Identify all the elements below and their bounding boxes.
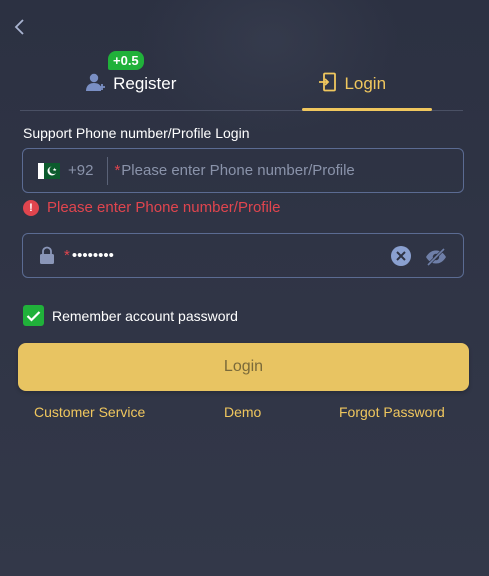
register-bonus-badge: +0.5	[108, 51, 144, 70]
phone-field[interactable]: +92 * Please enter Phone number/Profile	[22, 148, 464, 193]
phone-required-mark: *	[114, 162, 121, 179]
login-method-label: Support Phone number/Profile Login	[23, 125, 250, 141]
remember-label: Remember account password	[52, 307, 238, 324]
remember-password-option[interactable]: Remember account password	[23, 305, 238, 326]
auth-tabs: +0.5 Register Login	[20, 51, 464, 111]
field-divider	[107, 156, 109, 185]
password-required-mark: *	[64, 247, 70, 264]
tab-login[interactable]: Login	[242, 58, 464, 111]
country-code[interactable]: +92	[68, 162, 93, 179]
exclamation-circle-icon: !	[23, 199, 39, 216]
password-field[interactable]: * ••••••••	[22, 233, 464, 278]
door-enter-icon	[318, 72, 338, 97]
demo-link[interactable]: Demo	[224, 404, 261, 420]
eye-off-icon[interactable]	[424, 246, 448, 268]
customer-service-link[interactable]: Customer Service	[34, 404, 145, 420]
clear-x-icon[interactable]	[390, 245, 412, 267]
check-icon	[26, 310, 41, 322]
phone-error-message: ! Please enter Phone number/Profile	[23, 199, 280, 216]
back-button[interactable]	[8, 16, 30, 42]
tab-register[interactable]: +0.5 Register	[20, 51, 242, 110]
forgot-password-link[interactable]: Forgot Password	[339, 404, 445, 420]
lock-icon	[38, 246, 56, 266]
remember-checkbox[interactable]	[23, 305, 44, 326]
tab-login-label: Login	[344, 74, 387, 93]
tab-register-label: Register	[113, 74, 177, 93]
pakistan-flag-icon[interactable]	[38, 162, 60, 179]
password-input[interactable]: ••••••••	[72, 247, 114, 264]
phone-error-text: Please enter Phone number/Profile	[47, 199, 281, 216]
login-button[interactable]: Login	[18, 343, 469, 391]
phone-input[interactable]: Please enter Phone number/Profile	[121, 162, 354, 179]
chevron-left-icon	[13, 18, 25, 41]
add-user-icon	[85, 72, 107, 97]
